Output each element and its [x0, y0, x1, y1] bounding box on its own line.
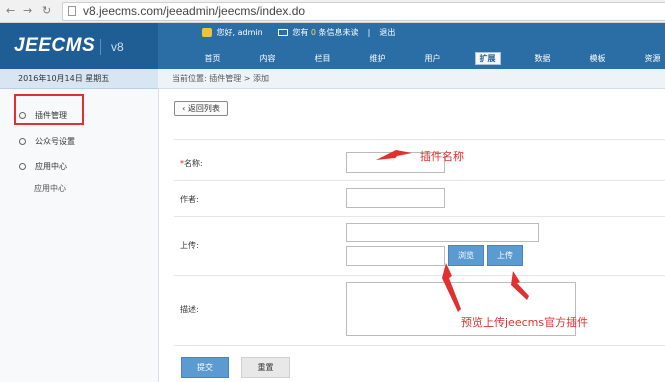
greeting-text: 您好, admin — [216, 28, 263, 37]
highlight-box — [14, 94, 84, 125]
address-bar[interactable]: v8.jeecms.com/jeeadmin/jeecms/index.do — [62, 2, 665, 21]
author-input[interactable] — [346, 188, 445, 208]
menu-home[interactable]: 首页 — [185, 51, 240, 66]
sidebar-subitem-app-center[interactable]: 应用中心 — [34, 183, 66, 194]
author-label: 作者: — [180, 195, 199, 204]
menu-content[interactable]: 内容 — [240, 51, 295, 66]
browse-button[interactable]: 浏览 — [448, 245, 484, 266]
form-divider — [174, 180, 665, 181]
message-prefix: 您有 — [292, 28, 309, 37]
user-icon — [202, 28, 212, 37]
name-label: *名称: — [180, 159, 203, 168]
user-info-bar: 您好, admin 您有 0 条信息未读 | 退出 — [202, 27, 395, 41]
form-divider — [174, 345, 665, 346]
annotation-plugin-name: 插件名称 — [420, 150, 464, 163]
chevron-left-icon: ‹ — [182, 104, 186, 113]
upload-label: 上传: — [180, 241, 199, 250]
version-label: v8 — [111, 40, 124, 54]
logout-link[interactable]: 退出 — [379, 27, 395, 38]
divider: | — [367, 28, 371, 37]
bullet-icon — [19, 138, 26, 145]
back-arrow-icon[interactable]: ← — [6, 4, 15, 18]
menu-data[interactable]: 数据 — [515, 51, 570, 66]
message-count[interactable]: 0 — [311, 28, 316, 37]
logo-text: JEECMS — [14, 35, 96, 56]
sidebar-item-wechat-settings[interactable]: 公众号设置 — [19, 136, 75, 147]
menu-maintain[interactable]: 维护 — [350, 51, 405, 66]
back-to-list-button[interactable]: ‹ 返回列表 — [174, 101, 228, 116]
sidebar — [0, 89, 159, 382]
logo: JEECMS v8 — [0, 23, 158, 69]
url-text: v8.jeecms.com/jeeadmin/jeecms/index.do — [83, 4, 306, 18]
logo-divider — [100, 39, 101, 55]
upload-path-input[interactable] — [346, 223, 539, 242]
breadcrumb-bar: 当前位置: 插件管理 > 添加 — [158, 69, 665, 89]
form-divider — [174, 216, 665, 217]
sidebar-item-app-center[interactable]: 应用中心 — [19, 161, 67, 172]
main-menu: 首页 内容 栏目 维护 用户 扩展 数据 模板 资源 — [185, 51, 665, 66]
annotation-upload: 预览上传jeecms官方插件 — [461, 316, 589, 329]
menu-extend[interactable]: 扩展 — [460, 51, 515, 66]
bullet-icon — [19, 163, 26, 170]
forward-arrow-icon[interactable]: → — [23, 4, 32, 18]
browser-toolbar: ← → ↻ v8.jeecms.com/jeeadmin/jeecms/inde… — [0, 0, 665, 23]
current-date: 2016年10月14日 星期五 — [18, 74, 110, 83]
form-divider — [174, 139, 665, 140]
upload-file-input[interactable] — [346, 246, 445, 266]
form-divider — [174, 275, 665, 276]
menu-user[interactable]: 用户 — [405, 51, 460, 66]
menu-channel[interactable]: 栏目 — [295, 51, 350, 66]
description-label: 描述: — [180, 305, 199, 314]
page-icon — [68, 6, 76, 16]
menu-template[interactable]: 模板 — [570, 51, 625, 66]
mail-icon — [277, 29, 288, 36]
reset-button[interactable]: 重置 — [241, 357, 290, 378]
upload-button[interactable]: 上传 — [487, 245, 523, 266]
date-bar: 2016年10月14日 星期五 — [0, 69, 158, 89]
menu-resource[interactable]: 资源 — [625, 51, 665, 66]
breadcrumb: 当前位置: 插件管理 > 添加 — [172, 74, 270, 83]
submit-button[interactable]: 提交 — [181, 357, 229, 378]
reload-icon[interactable]: ↻ — [42, 4, 51, 18]
message-suffix: 条信息未读 — [318, 28, 359, 37]
